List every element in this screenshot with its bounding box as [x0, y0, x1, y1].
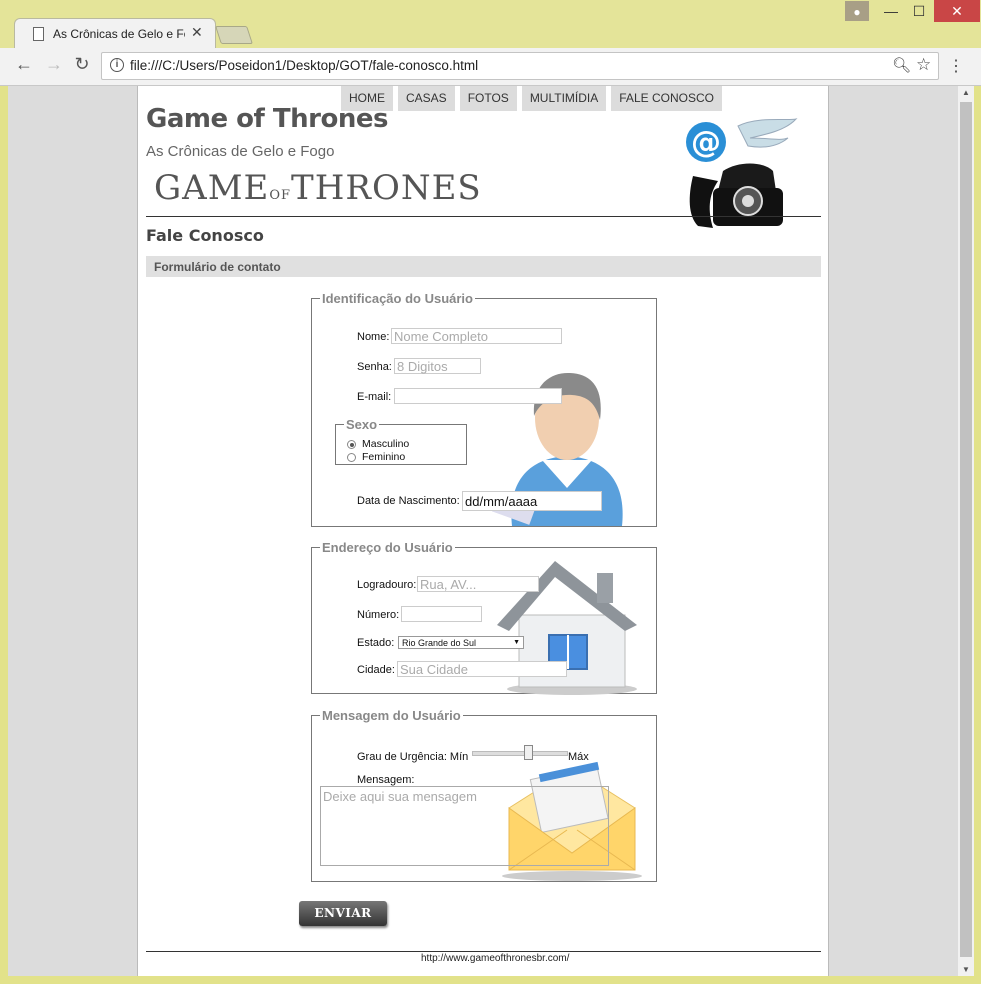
- browser-tab[interactable]: As Crônicas de Gelo e Fo ✕: [14, 18, 216, 49]
- svg-text:@: @: [691, 125, 721, 160]
- senha-label: Senha:: [357, 361, 392, 373]
- site-title: Game of Thrones: [146, 104, 388, 134]
- estado-select-value: Rio Grande do Sul: [402, 638, 477, 648]
- footer-url[interactable]: http://www.gameofthronesbr.com/: [421, 953, 569, 964]
- mensagem-label: Mensagem:: [357, 774, 415, 786]
- header-divider: [146, 216, 821, 217]
- contact-phone-icon: @: [686, 118, 798, 228]
- site-subtitle: As Crônicas de Gelo e Fogo: [146, 143, 335, 160]
- email-input[interactable]: [394, 388, 562, 404]
- feminino-label: Feminino: [362, 451, 406, 463]
- forward-arrow-icon[interactable]: →: [42, 54, 66, 75]
- nome-label: Nome:: [357, 331, 390, 343]
- endereco-legend: Endereço do Usuário: [322, 540, 453, 555]
- urgencia-max-label: Máx: [568, 751, 589, 763]
- mensagem-fieldset: Mensagem do Usuário Grau de Urgência: Mí…: [311, 708, 657, 882]
- section-bar: Formulário de contato: [146, 256, 821, 277]
- senha-input[interactable]: 8 Digitos: [394, 358, 481, 374]
- identificacao-fieldset: Identificação do Usuário Nome: Nome Comp…: [311, 291, 657, 527]
- maximize-button[interactable]: ☐: [904, 0, 934, 22]
- footer-divider: [146, 951, 821, 952]
- bookmark-star-icon[interactable]: ☆: [916, 55, 931, 75]
- numero-input[interactable]: [401, 606, 482, 622]
- cidade-input[interactable]: Sua Cidade: [397, 661, 567, 677]
- vertical-scrollbar[interactable]: ▲ ▼: [958, 86, 974, 976]
- logradouro-label: Logradouro:: [357, 579, 417, 591]
- endereco-fieldset: Endereço do Usuário Logradouro: Rua, AV.…: [311, 540, 657, 695]
- viewport: HOME CASAS FOTOS MULTIMÍDIA FALE CONOSCO…: [8, 86, 958, 976]
- address-bar[interactable]: i file:///C:/Users/Poseidon1/Desktop/GOT…: [101, 52, 939, 80]
- sexo-legend: Sexo: [346, 417, 378, 432]
- profile-icon[interactable]: ●: [845, 1, 869, 21]
- identificacao-legend: Identificação do Usuário: [322, 291, 473, 306]
- tab-close-icon[interactable]: ✕: [191, 24, 203, 41]
- dropdown-arrow-icon: ▼: [513, 639, 520, 646]
- estado-select[interactable]: Rio Grande do Sul ▼: [398, 636, 524, 649]
- page-container: HOME CASAS FOTOS MULTIMÍDIA FALE CONOSCO…: [137, 86, 829, 976]
- radio-masculino[interactable]: [347, 440, 356, 449]
- nome-input[interactable]: Nome Completo: [391, 328, 562, 344]
- numero-label: Número:: [357, 609, 400, 621]
- scrollbar-thumb[interactable]: [960, 102, 972, 957]
- logo-text-right: THRONES: [291, 168, 482, 208]
- email-label: E-mail:: [357, 391, 392, 403]
- masculino-label: Masculino: [362, 438, 410, 450]
- section-bar-label: Formulário de contato: [154, 260, 281, 274]
- nav-item-casas[interactable]: CASAS: [398, 86, 455, 111]
- urgencia-slider-thumb[interactable]: [524, 745, 534, 760]
- sexo-fieldset: Sexo Masculino Feminino: [335, 417, 467, 465]
- scroll-down-arrow-icon[interactable]: ▼: [962, 965, 970, 974]
- zoom-icon[interactable]: 🔍︎: [892, 56, 911, 74]
- page-title: Fale Conosco: [146, 226, 264, 245]
- nav-item-fotos[interactable]: FOTOS: [459, 86, 517, 111]
- title-bar: As Crônicas de Gelo e Fo ✕ ● — ☐ ✕: [0, 0, 981, 49]
- browser-toolbar: ← → ↻ i file:///C:/Users/Poseidon1/Deskt…: [0, 48, 981, 86]
- radio-feminino[interactable]: [347, 453, 356, 462]
- urgencia-label: Grau de Urgência: Mín: [357, 751, 469, 763]
- game-of-thrones-logo: GAMEOFTHRONES: [154, 168, 482, 208]
- tab-title: As Crônicas de Gelo e Fo: [53, 27, 185, 41]
- scroll-up-arrow-icon[interactable]: ▲: [962, 88, 970, 97]
- nav-item-multimidia[interactable]: MULTIMÍDIA: [521, 86, 607, 111]
- browser-menu-icon[interactable]: ⋮: [948, 56, 964, 76]
- cidade-label: Cidade:: [357, 664, 395, 676]
- nascimento-label: Data de Nascimento:: [357, 495, 460, 507]
- logradouro-input[interactable]: Rua, AV...: [417, 576, 539, 592]
- mensagem-legend: Mensagem do Usuário: [322, 708, 461, 723]
- mensagem-textarea[interactable]: Deixe aqui sua mensagem: [320, 786, 609, 866]
- back-arrow-icon[interactable]: ←: [12, 54, 36, 75]
- url-text[interactable]: file:///C:/Users/Poseidon1/Desktop/GOT/f…: [130, 58, 478, 73]
- info-icon[interactable]: i: [110, 58, 124, 72]
- reload-icon[interactable]: ↻: [70, 54, 94, 75]
- document-icon: [33, 27, 44, 41]
- nascimento-input[interactable]: dd/mm/aaaa: [462, 491, 602, 511]
- close-window-button[interactable]: ✕: [934, 0, 980, 22]
- new-tab-button[interactable]: [215, 26, 253, 44]
- urgencia-slider-track[interactable]: [472, 751, 568, 756]
- enviar-button[interactable]: ENVIAR: [299, 901, 387, 926]
- nav-item-fale-conosco[interactable]: FALE CONOSCO: [611, 86, 722, 111]
- minimize-button[interactable]: —: [876, 0, 906, 22]
- estado-label: Estado:: [357, 637, 395, 649]
- logo-text-mid: OF: [269, 188, 292, 203]
- main-nav: HOME CASAS FOTOS MULTIMÍDIA FALE CONOSCO: [341, 86, 722, 111]
- logo-text-left: GAME: [154, 168, 270, 208]
